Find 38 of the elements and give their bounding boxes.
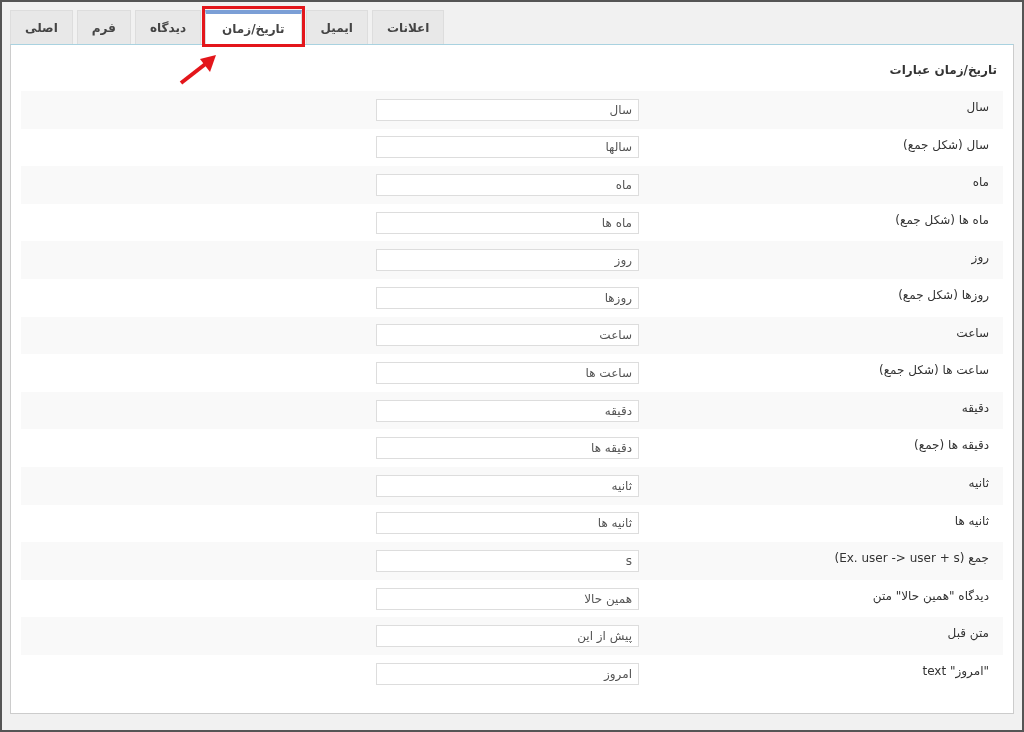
tab[interactable]: فرم: [76, 10, 131, 44]
field-label: ساعت ها (شکل جمع): [878, 362, 990, 378]
input-field[interactable]: روز: [376, 249, 639, 272]
field-label: متن قبل: [946, 625, 990, 641]
input-field[interactable]: ساعت ها: [376, 361, 639, 384]
input-field[interactable]: امروز: [376, 662, 639, 685]
field-label: روزها (شکل جمع): [897, 286, 990, 302]
input-field[interactable]: دقیقه ها: [376, 437, 639, 460]
field-label: ماه ها (شکل جمع): [894, 211, 990, 227]
input-field[interactable]: ثانیه: [376, 474, 639, 497]
input-field[interactable]: ماه: [376, 174, 639, 196]
input-field[interactable]: همین حالا: [376, 587, 639, 610]
field-label: جمع (Ex. user -> user + s): [833, 550, 990, 566]
input-field[interactable]: ثانیه ها: [376, 512, 639, 535]
field-label: ماه: [971, 174, 990, 190]
field-label: "امروز" text: [921, 662, 990, 678]
field-label: روز: [970, 249, 990, 265]
input-field[interactable]: ماه ها: [376, 211, 639, 234]
tab[interactable]: اصلی: [10, 10, 73, 44]
input-field[interactable]: پیش از این: [376, 625, 639, 648]
input-field[interactable]: دقیقه: [376, 399, 639, 422]
input-field[interactable]: سال: [376, 98, 639, 121]
field-label: سال: [965, 99, 990, 114]
field-label: ثانیه ها: [953, 512, 990, 528]
tab[interactable]: ایمیل: [305, 10, 368, 44]
field-label: دقیقه: [960, 399, 990, 415]
field-label: ساعت: [955, 324, 990, 340]
field-label: دقیقه ها (جمع): [913, 437, 990, 453]
input-field[interactable]: s: [376, 549, 639, 572]
field-label: ثانیه: [967, 474, 990, 490]
input-field[interactable]: سالها: [376, 136, 639, 159]
field-label: سال (شکل جمع): [902, 136, 990, 152]
input-field[interactable]: ساعت: [376, 324, 639, 347]
input-field[interactable]: روزها: [376, 286, 639, 309]
tab[interactable]: دیدگاه: [134, 10, 202, 44]
section-title: تاریخ/زمان عبارات: [888, 62, 998, 77]
tab[interactable]: اعلانات: [371, 10, 445, 44]
field-label: دیدگاه "همین حالا" متن: [871, 587, 990, 603]
